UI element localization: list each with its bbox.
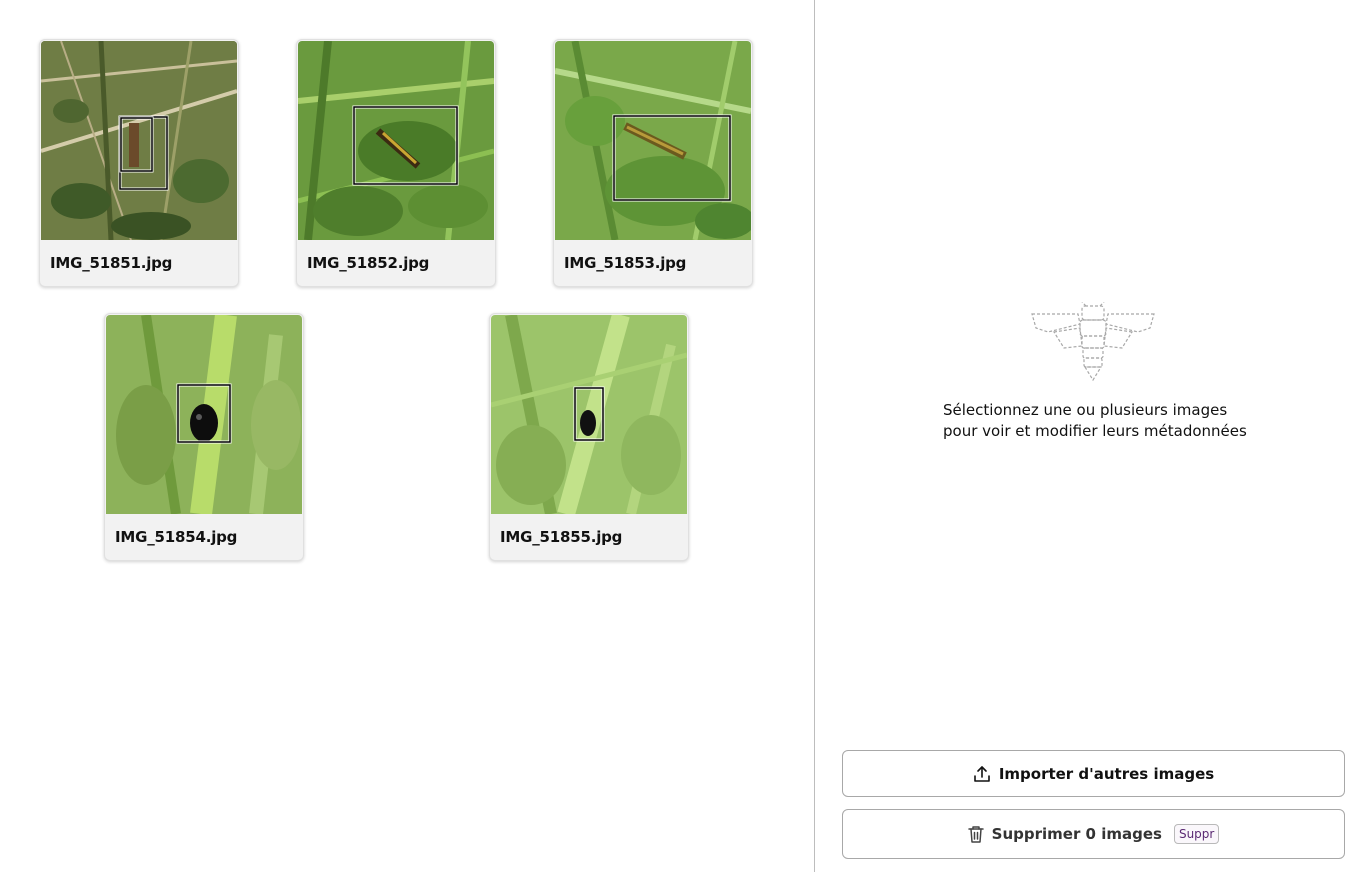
delete-shortcut-badge: Suppr bbox=[1173, 824, 1220, 844]
image-gallery: IMG_51851.jpg IMG_51852.jpg IMG_51853.jp… bbox=[0, 0, 814, 872]
empty-line-1: Sélectionnez une ou plusieurs images bbox=[943, 401, 1228, 419]
image-thumbnail bbox=[298, 41, 494, 240]
image-filename: IMG_51853.jpg bbox=[564, 254, 687, 272]
image-card[interactable]: IMG_51854.jpg bbox=[104, 313, 304, 561]
trash-icon bbox=[967, 825, 984, 843]
delete-button-label: Supprimer 0 images bbox=[991, 825, 1162, 843]
image-card[interactable]: IMG_51851.jpg bbox=[39, 39, 239, 287]
import-button-label: Importer d'autres images bbox=[998, 764, 1215, 783]
image-thumbnail bbox=[106, 315, 302, 514]
image-thumbnail bbox=[41, 41, 237, 240]
bug-outline-icon bbox=[1028, 301, 1158, 384]
image-thumbnail bbox=[555, 41, 751, 240]
import-images-button[interactable]: Importer d'autres images bbox=[842, 750, 1345, 797]
image-card[interactable]: IMG_51852.jpg bbox=[296, 39, 496, 287]
empty-selection-message: Sélectionnez une ou plusieurs images pou… bbox=[943, 400, 1263, 442]
delete-images-button[interactable]: Supprimer 0 images Suppr bbox=[842, 809, 1345, 859]
image-filename: IMG_51852.jpg bbox=[307, 254, 430, 272]
image-filename: IMG_51851.jpg bbox=[50, 254, 173, 272]
image-thumbnail bbox=[491, 315, 687, 514]
upload-icon bbox=[973, 765, 991, 783]
image-filename: IMG_51855.jpg bbox=[500, 528, 623, 546]
empty-line-2: pour voir et modifier leurs métadonnées bbox=[943, 422, 1247, 440]
image-card[interactable]: IMG_51853.jpg bbox=[553, 39, 753, 287]
image-filename: IMG_51854.jpg bbox=[115, 528, 238, 546]
image-card[interactable]: IMG_51855.jpg bbox=[489, 313, 689, 561]
